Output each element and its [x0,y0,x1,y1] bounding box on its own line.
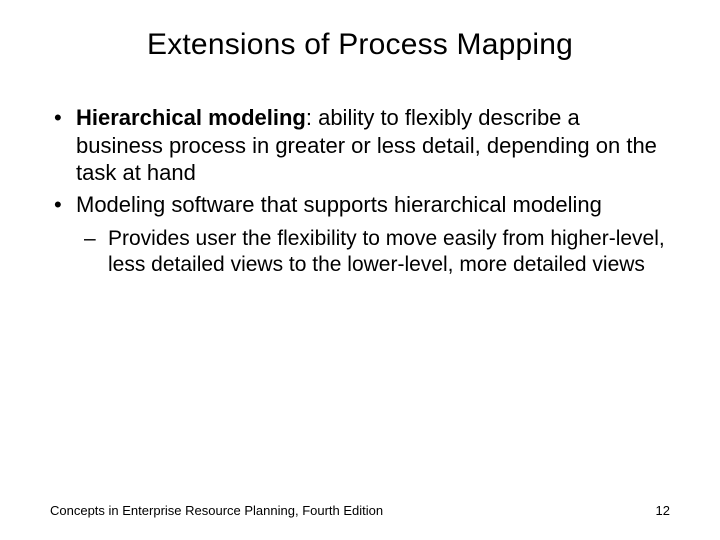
footer-text: Concepts in Enterprise Resource Planning… [50,503,383,518]
footer: Concepts in Enterprise Resource Planning… [50,503,670,518]
slide: Extensions of Process Mapping Hierarchic… [0,0,720,540]
bullet-item-2-text: Modeling software that supports hierarch… [76,192,602,217]
bullet-list: Hierarchical modeling: ability to flexib… [50,104,670,279]
bullet-item-1-term: Hierarchical modeling [76,105,306,130]
slide-title: Extensions of Process Mapping [50,28,670,62]
bullet-item-1: Hierarchical modeling: ability to flexib… [76,104,670,187]
page-number: 12 [656,503,670,518]
sub-bullet-item-1: Provides user the flexibility to move ea… [108,226,670,279]
sub-bullet-item-1-text: Provides user the flexibility to move ea… [108,227,665,276]
sub-bullet-list: Provides user the flexibility to move ea… [76,226,670,279]
bullet-item-2: Modeling software that supports hierarch… [76,191,670,279]
